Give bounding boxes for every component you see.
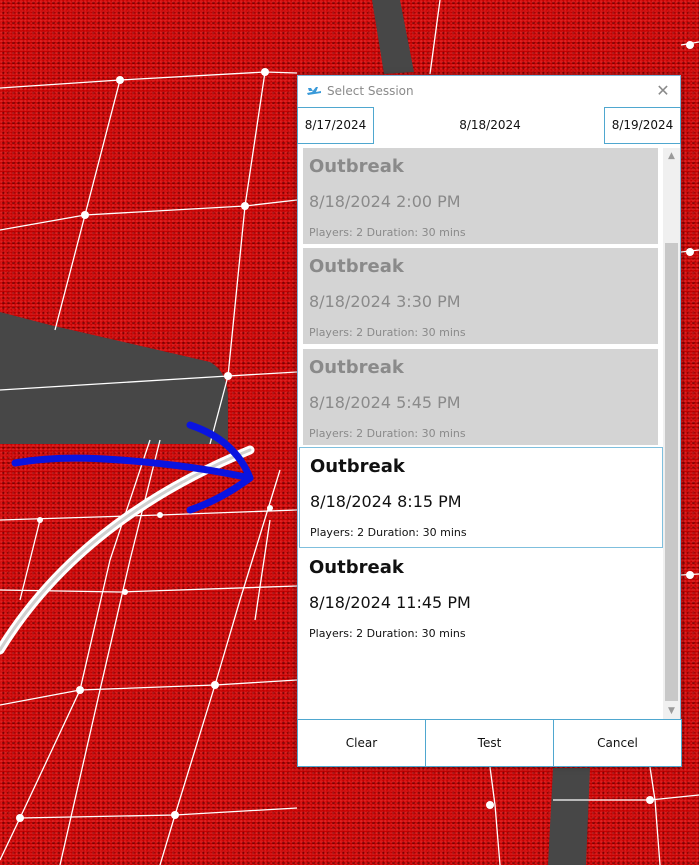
clear-button[interactable]: Clear [297,719,426,767]
session-name: Outbreak [309,256,404,277]
session-item[interactable]: Outbreak 8/18/2024 11:45 PM Players: 2 D… [303,549,658,645]
session-details: Players: 2 Duration: 30 mins [309,627,466,640]
session-name: Outbreak [309,156,404,177]
close-icon[interactable]: ✕ [650,80,676,102]
select-session-dialog: Select Session ✕ 8/17/2024 8/18/2024 8/1… [297,75,682,767]
session-details: Players: 2 Duration: 30 mins [309,226,466,239]
cancel-button[interactable]: Cancel [553,719,682,767]
session-name: Outbreak [309,357,404,378]
session-item[interactable]: Outbreak 8/18/2024 2:00 PM Players: 2 Du… [303,148,658,244]
next-date-button[interactable]: 8/19/2024 [604,107,681,144]
session-details: Players: 2 Duration: 30 mins [310,526,467,539]
session-details: Players: 2 Duration: 30 mins [309,326,466,339]
session-time: 8/18/2024 5:45 PM [309,393,461,412]
session-time: 8/18/2024 3:30 PM [309,292,461,311]
session-time: 8/18/2024 2:00 PM [309,192,461,211]
session-name: Outbreak [309,557,404,578]
session-name: Outbreak [310,456,405,477]
current-date-label: 8/18/2024 [459,118,521,132]
session-time: 8/18/2024 11:45 PM [309,593,471,612]
previous-date-button[interactable]: 8/17/2024 [297,107,374,144]
dialog-title: Select Session [327,84,414,98]
dialog-footer: Clear Test Cancel [297,719,682,767]
date-navigation: 8/17/2024 8/18/2024 8/19/2024 [297,106,681,146]
white-swoosh [0,445,255,655]
test-button[interactable]: Test [425,719,554,767]
scroll-up-icon[interactable]: ▲ [663,148,680,164]
session-item[interactable]: Outbreak 8/18/2024 5:45 PM Players: 2 Du… [303,349,658,445]
title-bar: Select Session ✕ [298,76,680,106]
session-item-selected[interactable]: Outbreak 8/18/2024 8:15 PM Players: 2 Du… [299,447,663,548]
vertical-scrollbar[interactable]: ▲ ▼ [663,148,680,719]
gray-road-bottom [548,768,590,865]
gray-road-top [372,0,414,74]
session-item[interactable]: Outbreak 8/18/2024 3:30 PM Players: 2 Du… [303,248,658,344]
airplane-icon [307,87,321,95]
scroll-down-icon[interactable]: ▼ [663,703,680,719]
session-time: 8/18/2024 8:15 PM [310,492,462,511]
session-details: Players: 2 Duration: 30 mins [309,427,466,440]
scroll-thumb[interactable] [665,243,678,701]
session-list: Outbreak 8/18/2024 2:00 PM Players: 2 Du… [298,148,663,718]
